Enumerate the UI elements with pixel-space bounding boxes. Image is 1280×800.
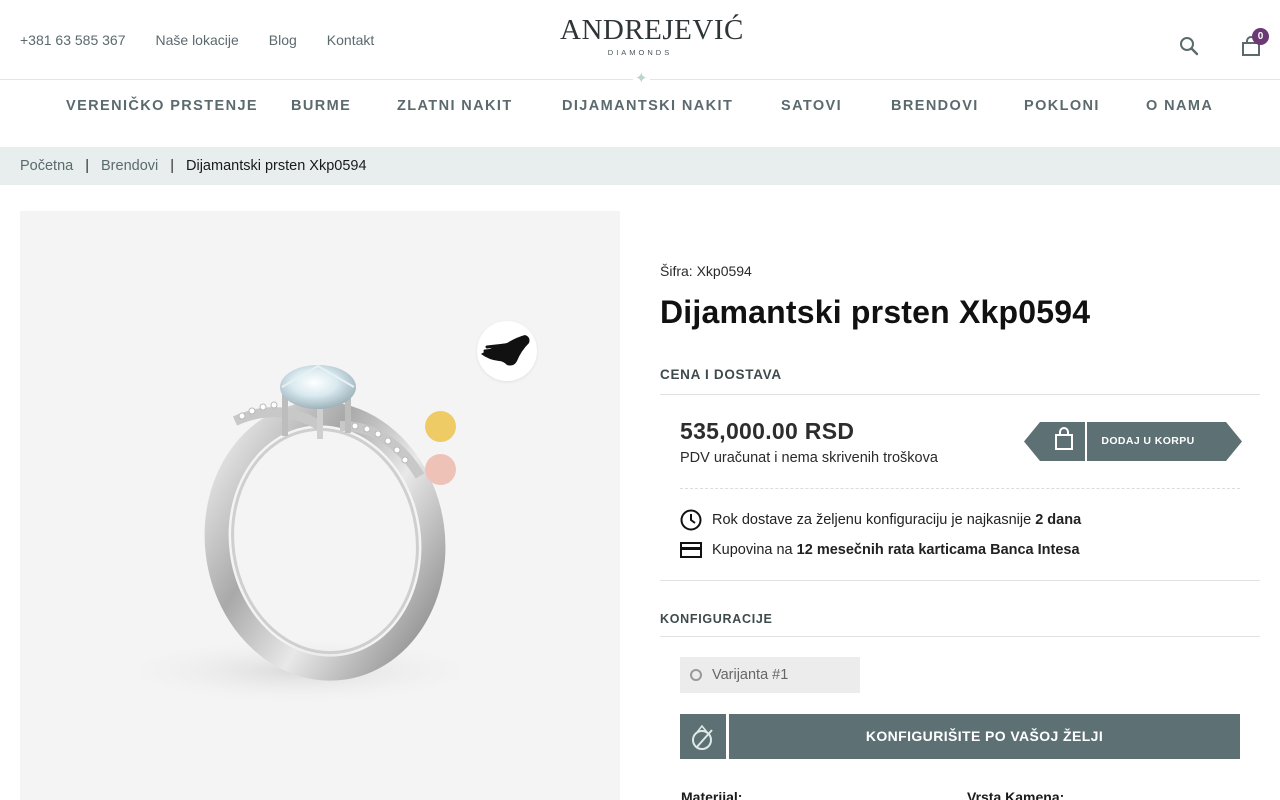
clock-icon (680, 509, 702, 531)
hand-preview-icon[interactable] (477, 321, 537, 381)
installments-info: Kupovina na 12 mesečnih rata karticama B… (680, 539, 1080, 561)
config-section-heading: KONFIGURACIJE (660, 612, 773, 626)
delivery-info: Rok dostave za željenu konfiguraciju je … (680, 509, 1081, 531)
installments-bold: 12 mesečnih rata karticama Banca Intesa (796, 542, 1080, 558)
add-to-cart-label[interactable]: DODAJ U KORPU (1086, 422, 1210, 461)
logo-subtitle: DIAMONDS (607, 48, 673, 57)
top-links: +381 63 585 367 Naše lokacije Blog Konta… (20, 32, 374, 48)
delivery-days: 2 dana (1035, 512, 1082, 528)
breadcrumb: Početna | Brendovi | Dijamantski prsten … (0, 147, 1280, 185)
cart-count-badge: 0 (1252, 28, 1269, 45)
breadcrumb-current: Dijamantski prsten Xkp0594 (186, 158, 367, 174)
nav-engagement-rings[interactable]: VERENIČKO PRSTENJE (66, 98, 258, 114)
top-bar: +381 63 585 367 Naše lokacije Blog Konta… (0, 0, 1280, 80)
delivery-text: Rok dostave za željenu konfiguraciju je … (712, 512, 1032, 528)
ring-config-icon[interactable] (680, 714, 726, 759)
installments-prefix: Kupovina na (712, 542, 793, 558)
price-section-heading: CENA I DOSTAVA (660, 367, 782, 382)
spec-stone-label: Vrsta Kamena: (967, 789, 1065, 800)
product-image[interactable] (20, 211, 620, 800)
product-sku: Šifra: Xkp0594 (660, 263, 752, 279)
logo-text: ANDREJEVIĆ (560, 14, 744, 46)
nav-diamond-jewelry[interactable]: DIJAMANTSKI NAKIT (562, 98, 733, 114)
breadcrumb-home[interactable]: Početna (20, 158, 73, 174)
nav-gifts[interactable]: POKLONI (1024, 98, 1100, 114)
phone-link[interactable]: +381 63 585 367 (20, 32, 126, 48)
credit-card-icon (680, 539, 702, 561)
site-logo[interactable]: ANDREJEVIĆ DIAMONDS (560, 14, 744, 57)
ring-illustration (110, 364, 490, 706)
nav-about[interactable]: O NAMA (1146, 98, 1213, 114)
divider (660, 636, 1260, 637)
configure-button[interactable]: KONFIGURIŠITE PO VAŠOJ ŽELJI (729, 714, 1240, 759)
product-price: 535,000.00 RSD (680, 418, 855, 444)
divider (660, 580, 1260, 581)
rose-gold-color-swatch[interactable] (425, 454, 456, 485)
variant-option[interactable]: Varijanta #1 (680, 657, 860, 693)
breadcrumb-separator: | (85, 158, 89, 174)
radio-icon (690, 669, 702, 681)
contact-link[interactable]: Kontakt (327, 32, 374, 48)
blog-link[interactable]: Blog (269, 32, 297, 48)
gold-color-swatch[interactable] (425, 411, 456, 442)
dotted-divider (680, 488, 1240, 489)
product-title: Dijamantski prsten Xkp0594 (660, 294, 1091, 330)
divider (660, 394, 1260, 395)
price-note: PDV uračunat i nema skrivenih troškova (680, 450, 938, 466)
main-nav: VERENIČKO PRSTENJE BURME ZLATNI NAKIT DI… (0, 81, 1280, 131)
search-icon[interactable] (1178, 35, 1200, 57)
nav-watches[interactable]: SATOVI (781, 98, 842, 114)
variant-label: Varijanta #1 (712, 667, 789, 683)
breadcrumb-separator: | (170, 158, 175, 174)
nav-brands[interactable]: BRENDOVI (891, 98, 979, 114)
spec-material-label: Materijal: (681, 789, 743, 800)
nav-wedding-bands[interactable]: BURME (291, 98, 351, 114)
nav-gold-jewelry[interactable]: ZLATNI NAKIT (397, 98, 513, 114)
breadcrumb-category[interactable]: Brendovi (101, 158, 158, 174)
locations-link[interactable]: Naše lokacije (156, 32, 239, 48)
